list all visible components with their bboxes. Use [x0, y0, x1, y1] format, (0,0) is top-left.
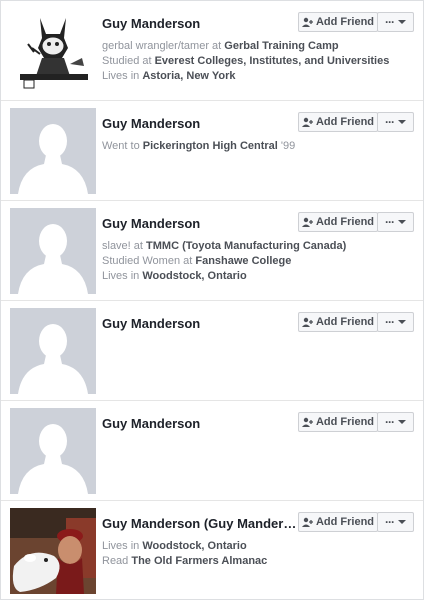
person-name[interactable]: Guy Manderson — [102, 316, 200, 331]
person-result-row: Guy Manderson Add Friend ··· — [1, 401, 423, 501]
silhouette-icon — [10, 208, 96, 294]
person-name[interactable]: Guy Manderson (Guy Manderson) — [102, 516, 298, 531]
detail-line: Lives in Astoria, New York — [102, 70, 236, 82]
profile-picture-default[interactable] — [10, 108, 96, 194]
chevron-down-icon — [398, 220, 406, 224]
more-options-button[interactable]: ··· — [377, 112, 414, 132]
person-details: Went to Pickerington High Central '99 — [102, 139, 295, 154]
add-friend-icon — [301, 317, 313, 327]
people-search-results: Guy Manderson gerbal wrangler/tamer at G… — [0, 0, 424, 600]
detail-link[interactable]: Woodstock, Ontario — [142, 270, 246, 282]
more-options-button[interactable]: ··· — [377, 12, 414, 32]
detail-link[interactable]: Astoria, New York — [142, 70, 235, 82]
profile-picture-cartoon[interactable] — [10, 8, 96, 94]
add-friend-button[interactable]: Add Friend — [298, 312, 378, 332]
more-options-button[interactable]: ··· — [377, 512, 414, 532]
detail-link[interactable]: TMMC (Toyota Manufacturing Canada) — [146, 240, 346, 252]
person-name[interactable]: Guy Manderson — [102, 216, 200, 231]
person-details: Lives in Woodstock, Ontario Read The Old… — [102, 539, 267, 569]
silhouette-icon — [10, 308, 96, 394]
person-result-row: Guy Manderson gerbal wrangler/tamer at G… — [1, 1, 423, 101]
more-dots-icon: ··· — [385, 515, 395, 529]
detail-link[interactable]: Gerbal Training Camp — [224, 40, 338, 52]
add-friend-icon — [301, 17, 313, 27]
more-dots-icon: ··· — [385, 215, 395, 229]
person-name[interactable]: Guy Manderson — [102, 416, 200, 431]
more-dots-icon: ··· — [385, 315, 395, 329]
detail-line: Lives in Woodstock, Ontario — [102, 540, 247, 552]
profile-picture-default[interactable] — [10, 308, 96, 394]
person-name[interactable]: Guy Manderson — [102, 116, 200, 131]
profile-picture-default[interactable] — [10, 408, 96, 494]
detail-line: Lives in Woodstock, Ontario — [102, 270, 247, 282]
detail-line: Went to Pickerington High Central '99 — [102, 140, 296, 152]
more-options-button[interactable]: ··· — [377, 212, 414, 232]
detail-line: Studied at Everest Colleges, Institutes,… — [102, 55, 390, 67]
chevron-down-icon — [398, 120, 406, 124]
more-dots-icon: ··· — [385, 15, 395, 29]
detail-line: Read The Old Farmers Almanac — [102, 555, 268, 567]
detail-link[interactable]: Woodstock, Ontario — [142, 540, 246, 552]
add-friend-button[interactable]: Add Friend — [298, 412, 378, 432]
add-friend-icon — [301, 517, 313, 527]
chevron-down-icon — [398, 420, 406, 424]
add-friend-icon — [301, 117, 313, 127]
profile-picture-default[interactable] — [10, 208, 96, 294]
silhouette-icon — [10, 108, 96, 194]
more-options-button[interactable]: ··· — [377, 312, 414, 332]
person-details: slave! at TMMC (Toyota Manufacturing Can… — [102, 239, 346, 284]
person-result-row: Guy Manderson Add Friend ··· — [1, 301, 423, 401]
detail-link[interactable]: The Old Farmers Almanac — [131, 555, 267, 567]
profile-picture-photo[interactable] — [10, 508, 96, 594]
add-friend-icon — [301, 417, 313, 427]
detail-link[interactable]: Fanshawe College — [195, 255, 291, 267]
add-friend-icon — [301, 217, 313, 227]
detail-link[interactable]: Pickerington High Central — [143, 140, 278, 152]
detail-line: gerbal wrangler/tamer at Gerbal Training… — [102, 40, 339, 52]
person-name[interactable]: Guy Manderson — [102, 16, 200, 31]
add-friend-button[interactable]: Add Friend — [298, 512, 378, 532]
person-result-row: Guy Manderson Went to Pickerington High … — [1, 101, 423, 201]
chevron-down-icon — [398, 320, 406, 324]
silhouette-icon — [10, 408, 96, 494]
person-details: gerbal wrangler/tamer at Gerbal Training… — [102, 39, 389, 84]
chevron-down-icon — [398, 20, 406, 24]
person-result-row: Guy Manderson (Guy Manderson) Lives in W… — [1, 501, 423, 600]
more-options-button[interactable]: ··· — [377, 412, 414, 432]
chevron-down-icon — [398, 520, 406, 524]
add-friend-button[interactable]: Add Friend — [298, 112, 378, 132]
detail-line: Studied Women at Fanshawe College — [102, 255, 292, 267]
person-result-row: Guy Manderson slave! at TMMC (Toyota Man… — [1, 201, 423, 301]
detail-line: slave! at TMMC (Toyota Manufacturing Can… — [102, 240, 347, 252]
add-friend-button[interactable]: Add Friend — [298, 212, 378, 232]
more-dots-icon: ··· — [385, 415, 395, 429]
detail-link[interactable]: Everest Colleges, Institutes, and Univer… — [155, 55, 390, 67]
add-friend-button[interactable]: Add Friend — [298, 12, 378, 32]
more-dots-icon: ··· — [385, 115, 395, 129]
